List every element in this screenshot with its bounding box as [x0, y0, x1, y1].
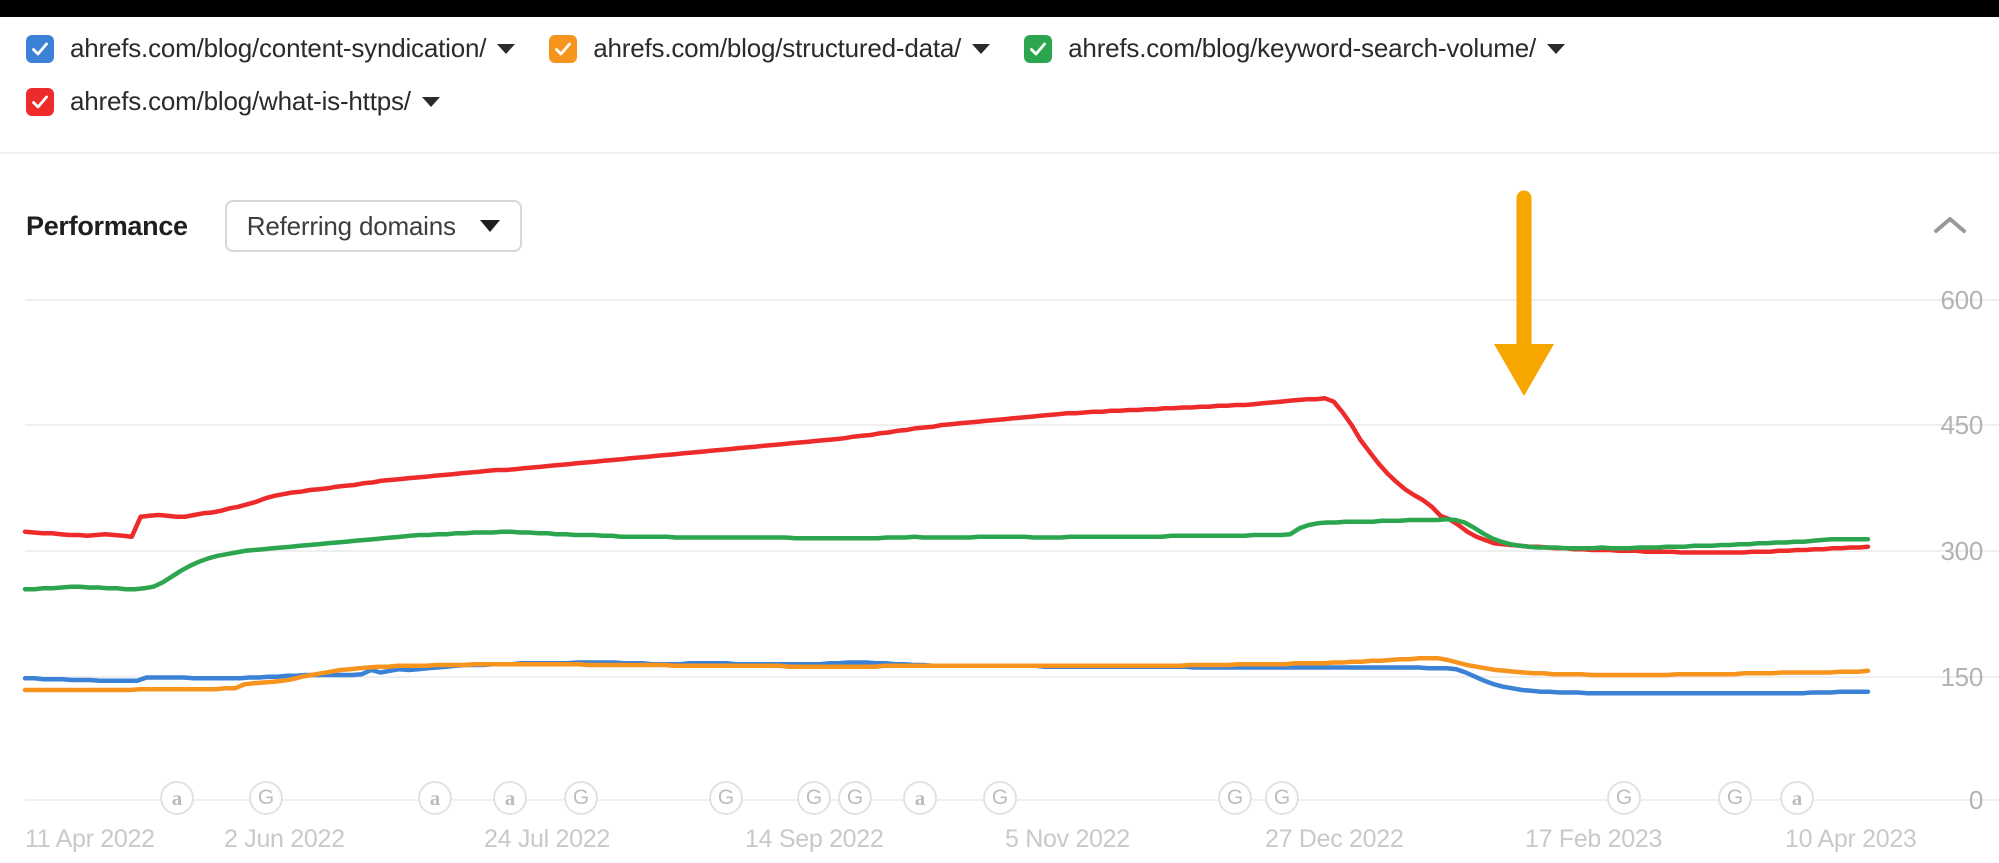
chart-gridlines — [25, 300, 1999, 800]
chevron-down-icon[interactable] — [972, 44, 990, 54]
checkmark-icon — [553, 39, 573, 59]
annotation-arrow-down — [1494, 198, 1554, 396]
x-axis-tick-label: 11 Apr 2022 — [25, 825, 155, 854]
chevron-down-icon[interactable] — [497, 44, 515, 54]
x-axis-tick-label: 17 Feb 2023 — [1525, 825, 1662, 854]
checkmark-icon — [30, 92, 50, 112]
ahrefs-event-marker[interactable]: a — [903, 781, 937, 815]
checkmark-icon — [30, 39, 50, 59]
arrow-head — [1494, 344, 1554, 396]
chart-series-lines — [25, 398, 1868, 693]
metric-select[interactable]: Referring domains — [225, 200, 522, 252]
google-update-marker[interactable]: G — [797, 781, 831, 815]
google-update-marker[interactable]: G — [838, 781, 872, 815]
section-divider — [0, 152, 1999, 154]
series-line — [25, 398, 1868, 552]
legend-item-label: ahrefs.com/blog/what-is-https/ — [70, 86, 411, 117]
legend-checkbox[interactable] — [26, 88, 54, 116]
y-axis-tick-label: 450 — [1941, 410, 1983, 441]
x-axis-tick-label: 10 Apr 2023 — [1785, 825, 1917, 854]
page-title: Performance — [26, 211, 188, 242]
y-axis-tick-label: 600 — [1941, 285, 1983, 316]
ahrefs-event-marker[interactable]: a — [160, 781, 194, 815]
legend-row: ahrefs.com/blog/content-syndication/ahre… — [26, 33, 1973, 139]
x-axis-tick-label: 14 Sep 2022 — [745, 825, 884, 854]
y-axis-tick-label: 0 — [1969, 785, 1983, 816]
series-line — [25, 519, 1868, 589]
collapse-panel-button[interactable] — [1925, 200, 1975, 250]
chevron-down-icon[interactable] — [422, 97, 440, 107]
ahrefs-event-marker[interactable]: a — [418, 781, 452, 815]
y-axis-tick-label: 150 — [1941, 662, 1983, 693]
legend-item-label: ahrefs.com/blog/structured-data/ — [593, 33, 961, 64]
google-update-marker[interactable]: G — [1718, 781, 1752, 815]
google-update-marker[interactable]: G — [249, 781, 283, 815]
legend-checkbox[interactable] — [26, 35, 54, 63]
series-line — [25, 663, 1868, 694]
legend-item-label: ahrefs.com/blog/content-syndication/ — [70, 33, 486, 64]
legend-item[interactable]: ahrefs.com/blog/structured-data/ — [549, 33, 990, 64]
google-update-marker[interactable]: G — [564, 781, 598, 815]
google-update-marker[interactable]: G — [1607, 781, 1641, 815]
google-update-marker[interactable]: G — [983, 781, 1017, 815]
google-update-marker[interactable]: G — [1265, 781, 1299, 815]
chevron-down-icon — [480, 220, 500, 232]
legend-checkbox[interactable] — [549, 35, 577, 63]
chevron-down-icon[interactable] — [1547, 44, 1565, 54]
x-axis-tick-label: 24 Jul 2022 — [484, 825, 610, 854]
series-legend: ahrefs.com/blog/content-syndication/ahre… — [0, 17, 1999, 149]
legend-checkbox[interactable] — [1024, 35, 1052, 63]
x-axis-tick-label: 27 Dec 2022 — [1265, 825, 1403, 854]
x-axis-tick-label: 5 Nov 2022 — [1005, 825, 1130, 854]
legend-item[interactable]: ahrefs.com/blog/what-is-https/ — [26, 86, 440, 117]
y-axis-tick-label: 300 — [1941, 536, 1983, 567]
metric-select-value: Referring domains — [247, 211, 456, 242]
ahrefs-event-marker[interactable]: a — [1780, 781, 1814, 815]
google-update-marker[interactable]: G — [1218, 781, 1252, 815]
x-axis-tick-label: 2 Jun 2022 — [224, 825, 345, 854]
performance-header: Performance Referring domains — [26, 200, 522, 252]
legend-item-label: ahrefs.com/blog/keyword-search-volume/ — [1068, 33, 1536, 64]
ahrefs-event-marker[interactable]: a — [493, 781, 527, 815]
google-update-marker[interactable]: G — [709, 781, 743, 815]
browser-top-bar — [0, 0, 1999, 17]
legend-item[interactable]: ahrefs.com/blog/keyword-search-volume/ — [1024, 33, 1565, 64]
legend-item[interactable]: ahrefs.com/blog/content-syndication/ — [26, 33, 515, 64]
checkmark-icon — [1028, 39, 1048, 59]
series-line — [25, 658, 1868, 690]
chevron-up-icon — [1933, 215, 1967, 235]
